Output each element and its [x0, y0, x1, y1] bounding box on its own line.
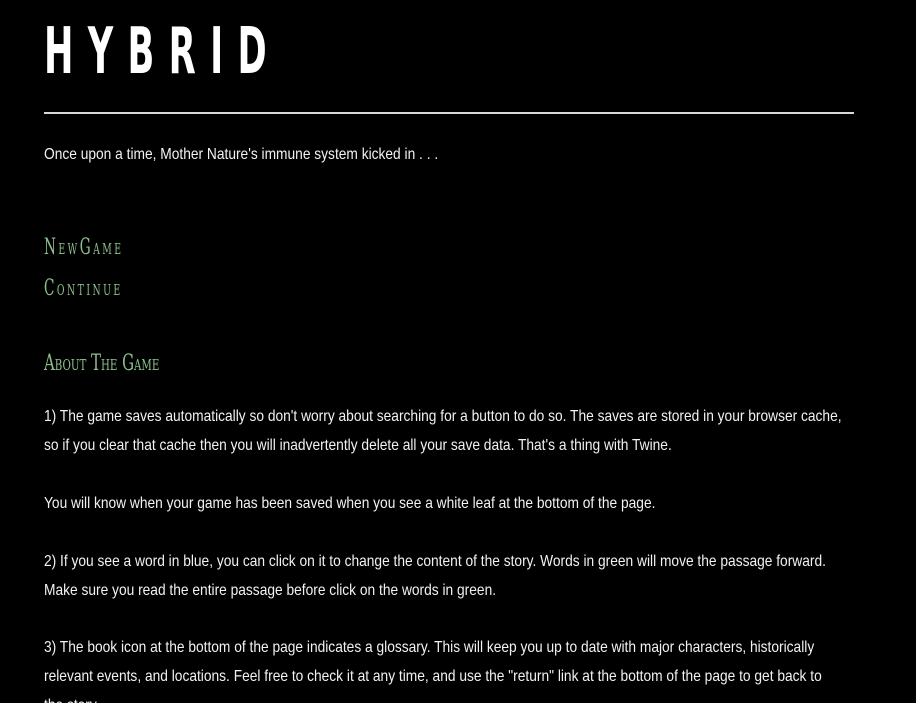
about-paragraph-links: 2) If you see a word in blue, you can cl… [44, 553, 826, 599]
tagline-text: Once upon a time, Mother Nature's immune… [44, 146, 439, 163]
about-paragraph-saves: 1) The game saves automatically so don't… [44, 408, 842, 454]
about-paragraph-leaf: You will know when your game has been sa… [44, 495, 656, 512]
about-heading: About The Game [44, 351, 160, 376]
new-game-link[interactable]: NewGame [44, 235, 124, 261]
game-title: HYBRID [44, 15, 281, 89]
story-page: HYBRID Once upon a time, Mother Nature's… [0, 0, 916, 703]
continue-link[interactable]: Continue [44, 276, 123, 302]
title-divider [44, 112, 854, 114]
about-paragraph-glossary: 3) The book icon at the bottom of the pa… [44, 639, 822, 703]
